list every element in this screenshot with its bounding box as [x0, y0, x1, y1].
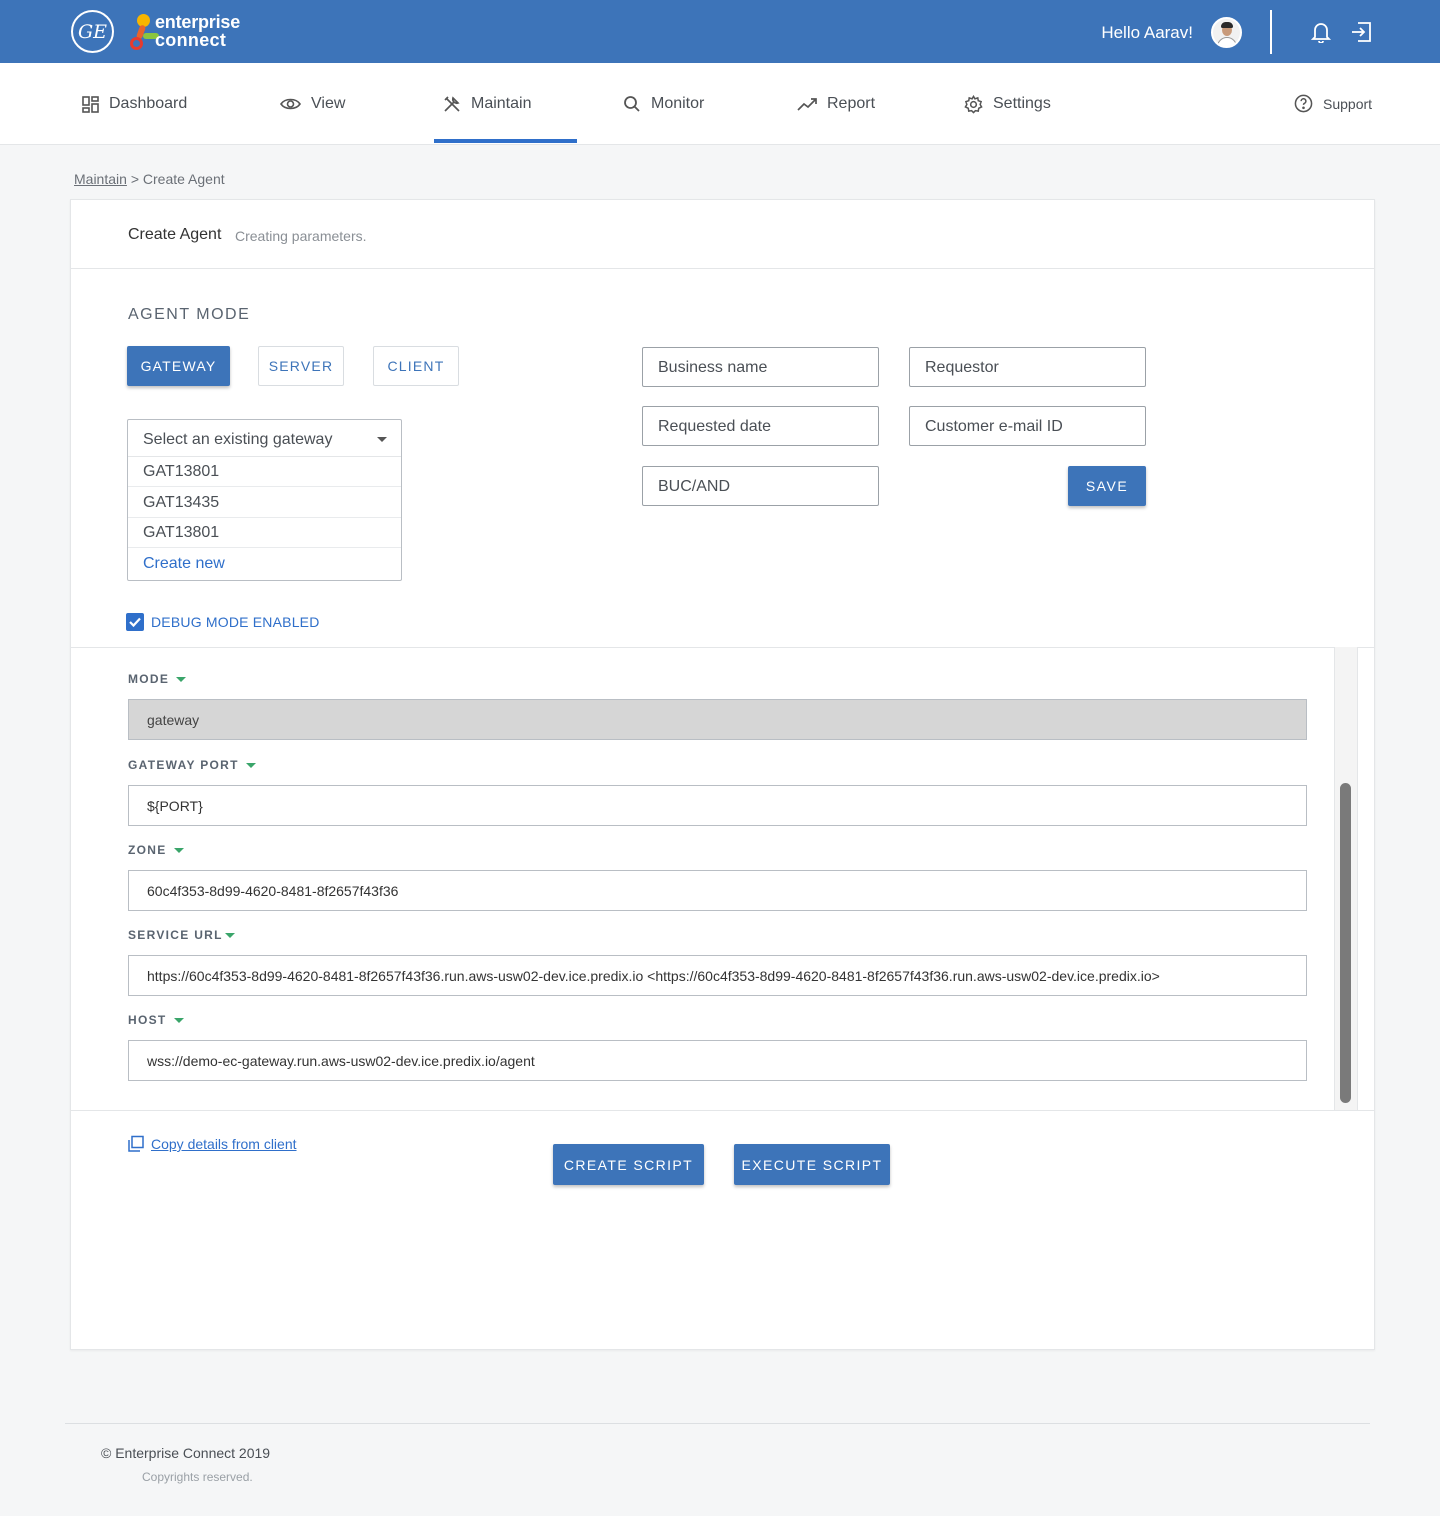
param-label-service-url[interactable]: SERVICE URL	[128, 928, 235, 942]
param-label-text: ZONE	[128, 843, 167, 857]
dashboard-icon	[82, 95, 99, 113]
copy-icon	[128, 1135, 144, 1152]
breadcrumb: Maintain > Create Agent	[74, 171, 225, 187]
gateway-select-placeholder[interactable]: Select an existing gateway	[128, 420, 401, 457]
breadcrumb-separator: >	[130, 171, 139, 187]
param-label-zone[interactable]: ZONE	[128, 843, 184, 857]
tools-icon	[444, 96, 460, 112]
nav-maintain[interactable]: Maintain	[443, 63, 531, 145]
debug-mode-label: DEBUG MODE ENABLED	[151, 614, 320, 630]
zone-input[interactable]: 60c4f353-8d99-4620-8481-8f2657f43f36	[128, 870, 1307, 911]
create-script-button[interactable]: CREATE SCRIPT	[553, 1144, 704, 1185]
divider	[71, 647, 1374, 648]
footer-rights: Copyrights reserved.	[142, 1470, 253, 1484]
nav-monitor[interactable]: Monitor	[623, 63, 704, 145]
caret-down-icon[interactable]	[245, 762, 256, 768]
param-label-text: SERVICE URL	[128, 928, 223, 942]
caret-down-icon[interactable]	[224, 932, 235, 938]
copy-details-link[interactable]: Copy details from client	[127, 1135, 297, 1153]
mode-input: gateway	[128, 699, 1307, 740]
create-agent-card: Create Agent Creating parameters. AGENT …	[70, 199, 1375, 1350]
params-scrollbar[interactable]	[1334, 647, 1358, 1110]
footer-copyright: © Enterprise Connect 2019	[101, 1445, 271, 1461]
logo-text-line1: enterprise	[155, 12, 241, 32]
help-circle-icon	[1294, 94, 1313, 113]
nav-report-label: Report	[827, 95, 876, 112]
header-divider	[1270, 10, 1272, 54]
param-label-mode[interactable]: MODE	[128, 672, 187, 686]
param-label-gateway-port[interactable]: GATEWAY PORT	[128, 758, 256, 772]
breadcrumb-maintain-link[interactable]: Maintain	[74, 171, 127, 187]
agent-mode-heading: AGENT MODE	[128, 306, 251, 323]
nav-report[interactable]: Report	[797, 63, 875, 145]
gateway-port-input[interactable]: ${PORT}	[128, 785, 1307, 826]
card-title: Create Agent	[128, 226, 222, 243]
ge-logo: GE	[71, 10, 114, 53]
breadcrumb-current: Create Agent	[142, 171, 225, 187]
greeting: Hello Aarav!	[1101, 23, 1193, 42]
gateway-option[interactable]: GAT13801	[128, 518, 401, 548]
logo-text-line2: connect	[155, 30, 227, 50]
gateway-option[interactable]: GAT13435	[128, 488, 401, 518]
support-label: Support	[1323, 95, 1373, 112]
param-label-text: MODE	[128, 672, 170, 686]
support-link[interactable]: Support	[1294, 94, 1372, 113]
execute-script-button[interactable]: EXECUTE SCRIPT	[734, 1144, 890, 1185]
param-label-host[interactable]: HOST	[128, 1013, 184, 1027]
scrollbar-thumb[interactable]	[1340, 783, 1351, 1103]
eye-icon	[280, 98, 301, 110]
caret-down-icon[interactable]	[176, 676, 187, 682]
nav-view[interactable]: View	[280, 63, 345, 145]
top-bar: GE enterprise connect Hello Aarav!	[0, 0, 1440, 63]
gear-icon	[964, 94, 983, 114]
customer-email-field[interactable]: Customer e-mail ID	[909, 406, 1146, 446]
main-nav: Dashboard View Maintain Monitor Report S…	[0, 63, 1440, 145]
debug-checkbox[interactable]	[126, 613, 144, 631]
ge-logo-text: GE	[77, 20, 108, 43]
logout-icon[interactable]	[1349, 20, 1373, 44]
nav-settings[interactable]: Settings	[964, 63, 1051, 145]
divider	[71, 268, 1374, 269]
requestor-field[interactable]: Requestor	[909, 347, 1146, 387]
nav-view-label: View	[311, 95, 346, 112]
footer-divider	[65, 1423, 1370, 1424]
server-mode-button[interactable]: SERVER	[258, 346, 344, 386]
service-url-input[interactable]: https://60c4f353-8d99-4620-8481-8f2657f4…	[128, 955, 1307, 996]
card-subtitle: Creating parameters.	[235, 228, 367, 244]
search-icon	[624, 96, 640, 112]
gateway-option[interactable]: GAT13801	[128, 457, 401, 487]
host-input[interactable]: wss://demo-ec-gateway.run.aws-usw02-dev.…	[128, 1040, 1307, 1081]
caret-down-icon[interactable]	[173, 1017, 184, 1023]
bell-icon[interactable]	[1311, 21, 1331, 43]
gateway-select-dropdown[interactable]: Select an existing gateway GAT13801 GAT1…	[127, 419, 402, 581]
active-tab-indicator	[434, 139, 577, 143]
gateway-mode-button[interactable]: GATEWAY	[127, 346, 230, 386]
avatar[interactable]	[1211, 17, 1242, 48]
enterprise-connect-logo: enterprise connect	[129, 13, 259, 53]
save-button[interactable]: SAVE	[1068, 466, 1146, 506]
trend-icon	[797, 98, 817, 111]
buc-and-field[interactable]: BUC/AND	[642, 466, 879, 506]
caret-down-icon[interactable]	[173, 847, 184, 853]
requested-date-field[interactable]: Requested date	[642, 406, 879, 446]
nav-dashboard[interactable]: Dashboard	[82, 63, 187, 145]
check-icon	[129, 617, 141, 628]
create-new-gateway-option[interactable]: Create new	[128, 549, 401, 579]
param-label-text: HOST	[128, 1013, 167, 1027]
divider	[71, 1110, 1374, 1111]
business-name-field[interactable]: Business name	[642, 347, 879, 387]
copy-details-label[interactable]: Copy details from client	[151, 1136, 297, 1152]
client-mode-button[interactable]: CLIENT	[373, 346, 459, 386]
nav-settings-label: Settings	[993, 95, 1051, 112]
nav-dashboard-label: Dashboard	[109, 95, 188, 112]
chevron-down-icon[interactable]	[377, 437, 387, 442]
nav-monitor-label: Monitor	[651, 95, 705, 112]
debug-mode-toggle[interactable]: DEBUG MODE ENABLED	[126, 613, 320, 631]
param-label-text: GATEWAY PORT	[128, 758, 239, 772]
nav-maintain-label: Maintain	[471, 95, 532, 112]
